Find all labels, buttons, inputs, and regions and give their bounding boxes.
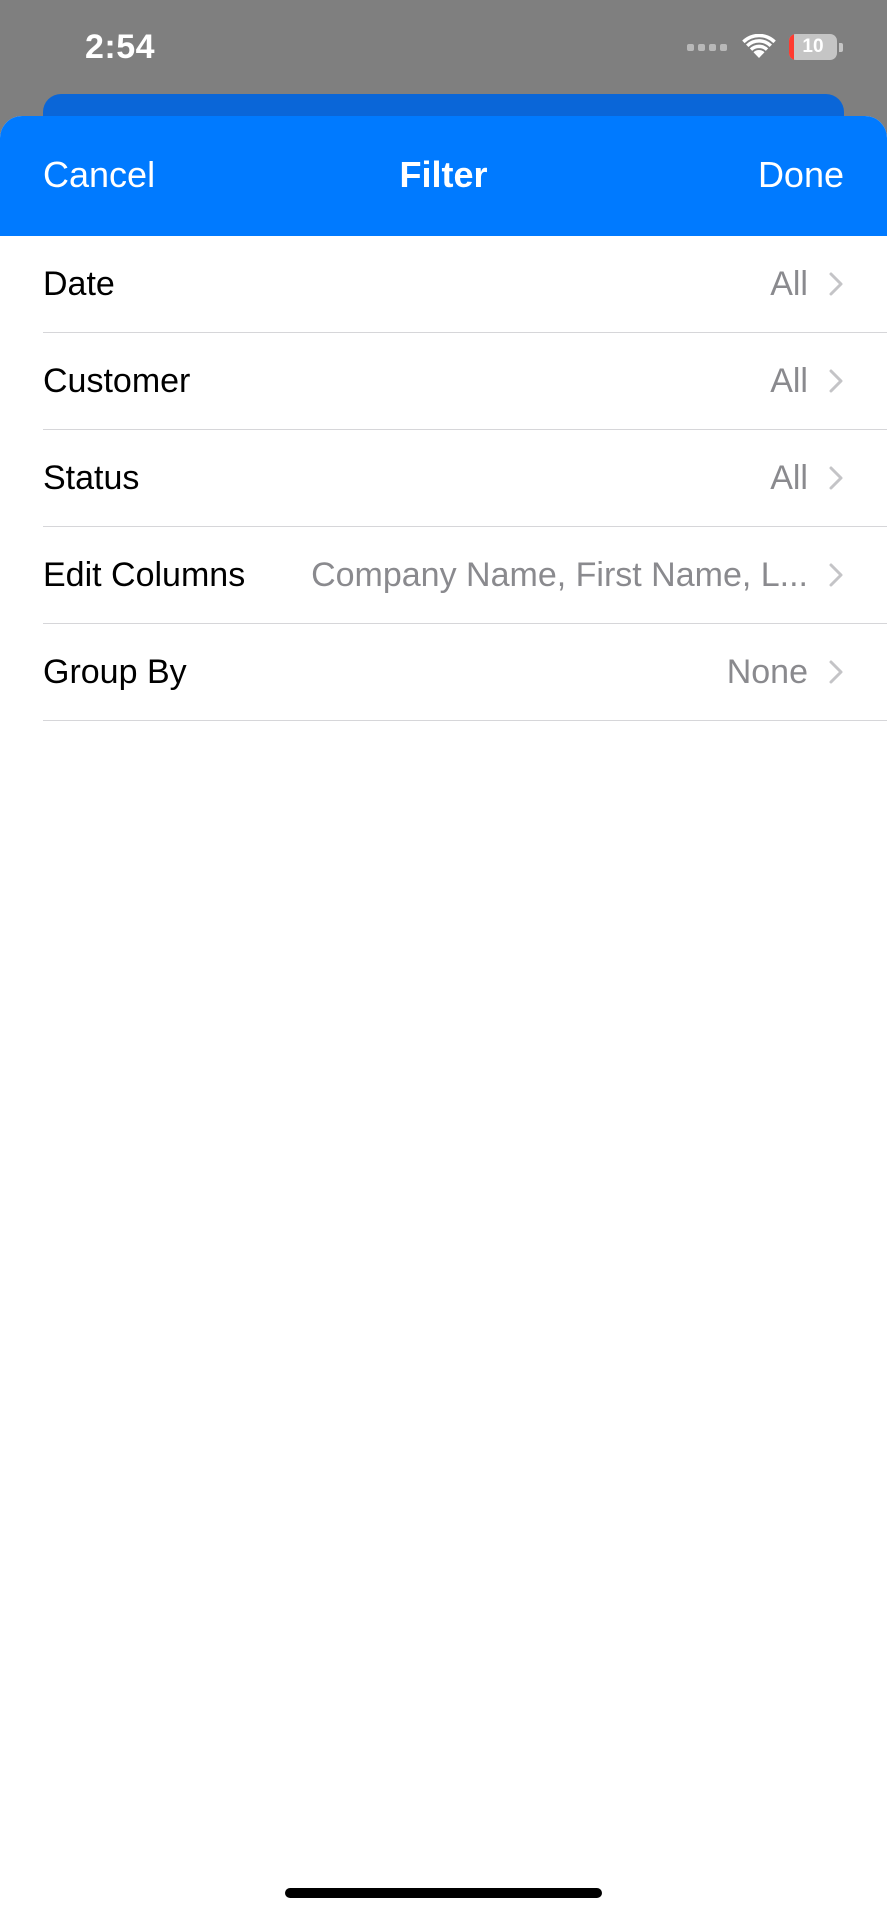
row-label: Status (43, 458, 140, 497)
row-customer[interactable]: Customer All (43, 333, 887, 430)
battery-percent: 10 (802, 36, 824, 57)
row-label: Customer (43, 361, 191, 400)
chevron-right-icon (829, 272, 843, 296)
row-label: Group By (43, 652, 187, 691)
filter-sheet: Cancel Filter Done Date All Customer All… (0, 116, 887, 1920)
status-icons: 10 (687, 32, 843, 62)
page-title: Filter (399, 154, 488, 195)
row-label: Edit Columns (43, 555, 246, 594)
row-status[interactable]: Status All (43, 430, 887, 527)
wifi-icon (742, 34, 776, 58)
row-value: All (770, 361, 808, 400)
filter-list: Date All Customer All Status All Edit Co… (0, 236, 887, 721)
row-value: Company Name, First Name, L... (311, 555, 808, 594)
row-value: None (726, 652, 808, 691)
cellular-dots-icon (687, 43, 727, 51)
done-button[interactable]: Done (758, 154, 844, 196)
row-value: All (770, 264, 808, 303)
chevron-right-icon (829, 563, 843, 587)
chevron-right-icon (829, 369, 843, 393)
row-edit-columns[interactable]: Edit Columns Company Name, First Name, L… (43, 527, 887, 624)
row-label: Date (43, 264, 115, 303)
battery-level (789, 34, 794, 60)
battery-charging-icon: 10 (789, 34, 837, 60)
row-group-by[interactable]: Group By None (43, 624, 887, 721)
chevron-right-icon (829, 660, 843, 684)
battery-cap (839, 42, 843, 52)
row-value: All (770, 458, 808, 497)
home-indicator[interactable] (285, 1888, 602, 1898)
nav-bar: Cancel Filter Done (0, 116, 887, 236)
row-date[interactable]: Date All (43, 236, 887, 333)
status-bar: 2:54 10 (0, 0, 887, 100)
chevron-right-icon (829, 466, 843, 490)
status-time: 2:54 (85, 28, 156, 66)
